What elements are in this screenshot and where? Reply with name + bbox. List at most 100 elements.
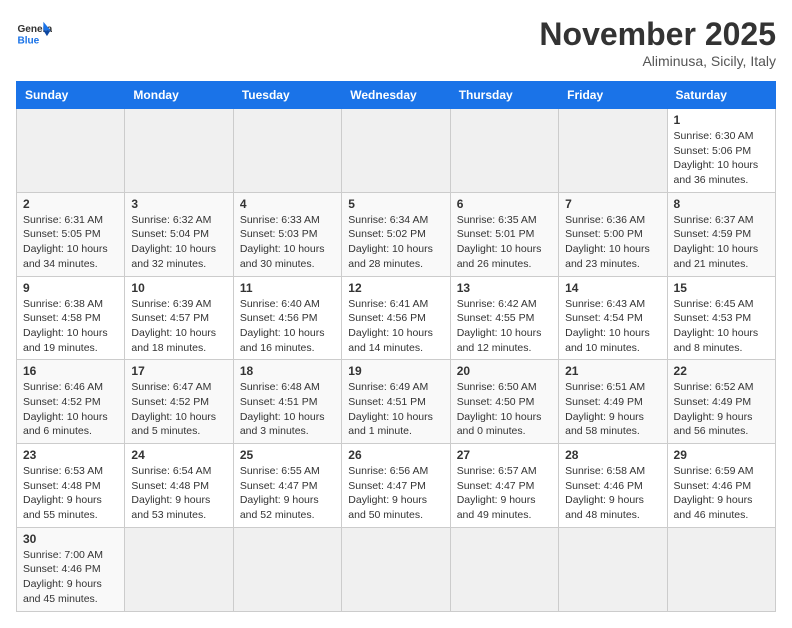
calendar-cell: 18 Sunrise: 6:48 AM Sunset: 4:51 PM Dayli… [233, 360, 341, 444]
day-number: 21 [565, 364, 660, 378]
calendar-cell [125, 527, 233, 611]
week-row-3: 9 Sunrise: 6:38 AM Sunset: 4:58 PM Daylig… [17, 276, 776, 360]
day-number: 3 [131, 197, 226, 211]
day-info: Sunrise: 6:51 AM Sunset: 4:49 PM Dayligh… [565, 380, 660, 439]
page-header: General Blue November 2025 Aliminusa, Si… [16, 16, 776, 69]
day-info: Sunrise: 6:59 AM Sunset: 4:46 PM Dayligh… [674, 464, 769, 523]
day-header-monday: Monday [125, 82, 233, 109]
calendar-cell: 1 Sunrise: 6:30 AM Sunset: 5:06 PM Daylig… [667, 109, 775, 193]
logo: General Blue [16, 16, 52, 52]
day-info: Sunrise: 7:00 AM Sunset: 4:46 PM Dayligh… [23, 548, 118, 607]
day-info: Sunrise: 6:46 AM Sunset: 4:52 PM Dayligh… [23, 380, 118, 439]
day-number: 23 [23, 448, 118, 462]
day-info: Sunrise: 6:36 AM Sunset: 5:00 PM Dayligh… [565, 213, 660, 272]
calendar-cell [17, 109, 125, 193]
calendar-cell [233, 109, 341, 193]
calendar-cell [342, 527, 450, 611]
day-info: Sunrise: 6:52 AM Sunset: 4:49 PM Dayligh… [674, 380, 769, 439]
day-number: 17 [131, 364, 226, 378]
day-number: 4 [240, 197, 335, 211]
day-number: 27 [457, 448, 552, 462]
calendar-cell: 23 Sunrise: 6:53 AM Sunset: 4:48 PM Dayli… [17, 444, 125, 528]
logo-icon: General Blue [16, 16, 52, 52]
day-info: Sunrise: 6:31 AM Sunset: 5:05 PM Dayligh… [23, 213, 118, 272]
day-number: 25 [240, 448, 335, 462]
day-info: Sunrise: 6:33 AM Sunset: 5:03 PM Dayligh… [240, 213, 335, 272]
week-row-6: 30 Sunrise: 7:00 AM Sunset: 4:46 PM Dayli… [17, 527, 776, 611]
calendar-table: SundayMondayTuesdayWednesdayThursdayFrid… [16, 81, 776, 612]
calendar-cell: 3 Sunrise: 6:32 AM Sunset: 5:04 PM Daylig… [125, 192, 233, 276]
calendar-cell: 15 Sunrise: 6:45 AM Sunset: 4:53 PM Dayli… [667, 276, 775, 360]
title-block: November 2025 Aliminusa, Sicily, Italy [539, 16, 776, 69]
day-info: Sunrise: 6:50 AM Sunset: 4:50 PM Dayligh… [457, 380, 552, 439]
day-info: Sunrise: 6:35 AM Sunset: 5:01 PM Dayligh… [457, 213, 552, 272]
day-number: 6 [457, 197, 552, 211]
day-header-saturday: Saturday [667, 82, 775, 109]
week-row-4: 16 Sunrise: 6:46 AM Sunset: 4:52 PM Dayli… [17, 360, 776, 444]
calendar-cell: 30 Sunrise: 7:00 AM Sunset: 4:46 PM Dayli… [17, 527, 125, 611]
calendar-cell: 17 Sunrise: 6:47 AM Sunset: 4:52 PM Dayli… [125, 360, 233, 444]
day-number: 11 [240, 281, 335, 295]
day-number: 1 [674, 113, 769, 127]
calendar-cell: 29 Sunrise: 6:59 AM Sunset: 4:46 PM Dayli… [667, 444, 775, 528]
day-header-friday: Friday [559, 82, 667, 109]
calendar-cell: 22 Sunrise: 6:52 AM Sunset: 4:49 PM Dayli… [667, 360, 775, 444]
day-info: Sunrise: 6:38 AM Sunset: 4:58 PM Dayligh… [23, 297, 118, 356]
calendar-cell: 4 Sunrise: 6:33 AM Sunset: 5:03 PM Daylig… [233, 192, 341, 276]
day-header-thursday: Thursday [450, 82, 558, 109]
day-number: 8 [674, 197, 769, 211]
day-number: 5 [348, 197, 443, 211]
day-number: 14 [565, 281, 660, 295]
calendar-cell [450, 109, 558, 193]
day-info: Sunrise: 6:41 AM Sunset: 4:56 PM Dayligh… [348, 297, 443, 356]
calendar-cell [559, 527, 667, 611]
day-info: Sunrise: 6:34 AM Sunset: 5:02 PM Dayligh… [348, 213, 443, 272]
calendar-cell: 14 Sunrise: 6:43 AM Sunset: 4:54 PM Dayli… [559, 276, 667, 360]
calendar-cell: 9 Sunrise: 6:38 AM Sunset: 4:58 PM Daylig… [17, 276, 125, 360]
day-info: Sunrise: 6:54 AM Sunset: 4:48 PM Dayligh… [131, 464, 226, 523]
day-info: Sunrise: 6:30 AM Sunset: 5:06 PM Dayligh… [674, 129, 769, 188]
day-info: Sunrise: 6:40 AM Sunset: 4:56 PM Dayligh… [240, 297, 335, 356]
day-number: 20 [457, 364, 552, 378]
calendar-cell: 19Sunrise: 6:49 AM Sunset: 4:51 PM Dayli… [342, 360, 450, 444]
day-info: Sunrise: 6:37 AM Sunset: 4:59 PM Dayligh… [674, 213, 769, 272]
calendar-cell: 11 Sunrise: 6:40 AM Sunset: 4:56 PM Dayli… [233, 276, 341, 360]
day-number: 12 [348, 281, 443, 295]
day-number: 30 [23, 532, 118, 546]
day-info: Sunrise: 6:42 AM Sunset: 4:55 PM Dayligh… [457, 297, 552, 356]
week-row-5: 23 Sunrise: 6:53 AM Sunset: 4:48 PM Dayli… [17, 444, 776, 528]
day-info: Sunrise: 6:47 AM Sunset: 4:52 PM Dayligh… [131, 380, 226, 439]
day-number: 18 [240, 364, 335, 378]
day-header-wednesday: Wednesday [342, 82, 450, 109]
day-info: Sunrise: 6:45 AM Sunset: 4:53 PM Dayligh… [674, 297, 769, 356]
calendar-cell: 8 Sunrise: 6:37 AM Sunset: 4:59 PM Daylig… [667, 192, 775, 276]
day-info: Sunrise: 6:32 AM Sunset: 5:04 PM Dayligh… [131, 213, 226, 272]
day-info: Sunrise: 6:57 AM Sunset: 4:47 PM Dayligh… [457, 464, 552, 523]
calendar-cell: 26Sunrise: 6:56 AM Sunset: 4:47 PM Dayli… [342, 444, 450, 528]
calendar-cell [450, 527, 558, 611]
day-number: 15 [674, 281, 769, 295]
day-info: Sunrise: 6:43 AM Sunset: 4:54 PM Dayligh… [565, 297, 660, 356]
calendar-cell: 25 Sunrise: 6:55 AM Sunset: 4:47 PM Dayli… [233, 444, 341, 528]
day-number: 7 [565, 197, 660, 211]
calendar-cell: 28 Sunrise: 6:58 AM Sunset: 4:46 PM Dayli… [559, 444, 667, 528]
day-info: Sunrise: 6:55 AM Sunset: 4:47 PM Dayligh… [240, 464, 335, 523]
day-number: 19 [348, 364, 443, 378]
day-info: Sunrise: 6:53 AM Sunset: 4:48 PM Dayligh… [23, 464, 118, 523]
calendar-cell [342, 109, 450, 193]
month-title: November 2025 [539, 16, 776, 53]
day-number: 16 [23, 364, 118, 378]
calendar-cell [125, 109, 233, 193]
day-number: 2 [23, 197, 118, 211]
day-number: 28 [565, 448, 660, 462]
day-number: 13 [457, 281, 552, 295]
day-number: 9 [23, 281, 118, 295]
calendar-cell: 24 Sunrise: 6:54 AM Sunset: 4:48 PM Dayli… [125, 444, 233, 528]
day-info: Sunrise: 6:58 AM Sunset: 4:46 PM Dayligh… [565, 464, 660, 523]
day-number: 24 [131, 448, 226, 462]
day-number: 29 [674, 448, 769, 462]
day-number: 22 [674, 364, 769, 378]
day-info: Sunrise: 6:48 AM Sunset: 4:51 PM Dayligh… [240, 380, 335, 439]
day-header-sunday: Sunday [17, 82, 125, 109]
day-number: 26 [348, 448, 443, 462]
